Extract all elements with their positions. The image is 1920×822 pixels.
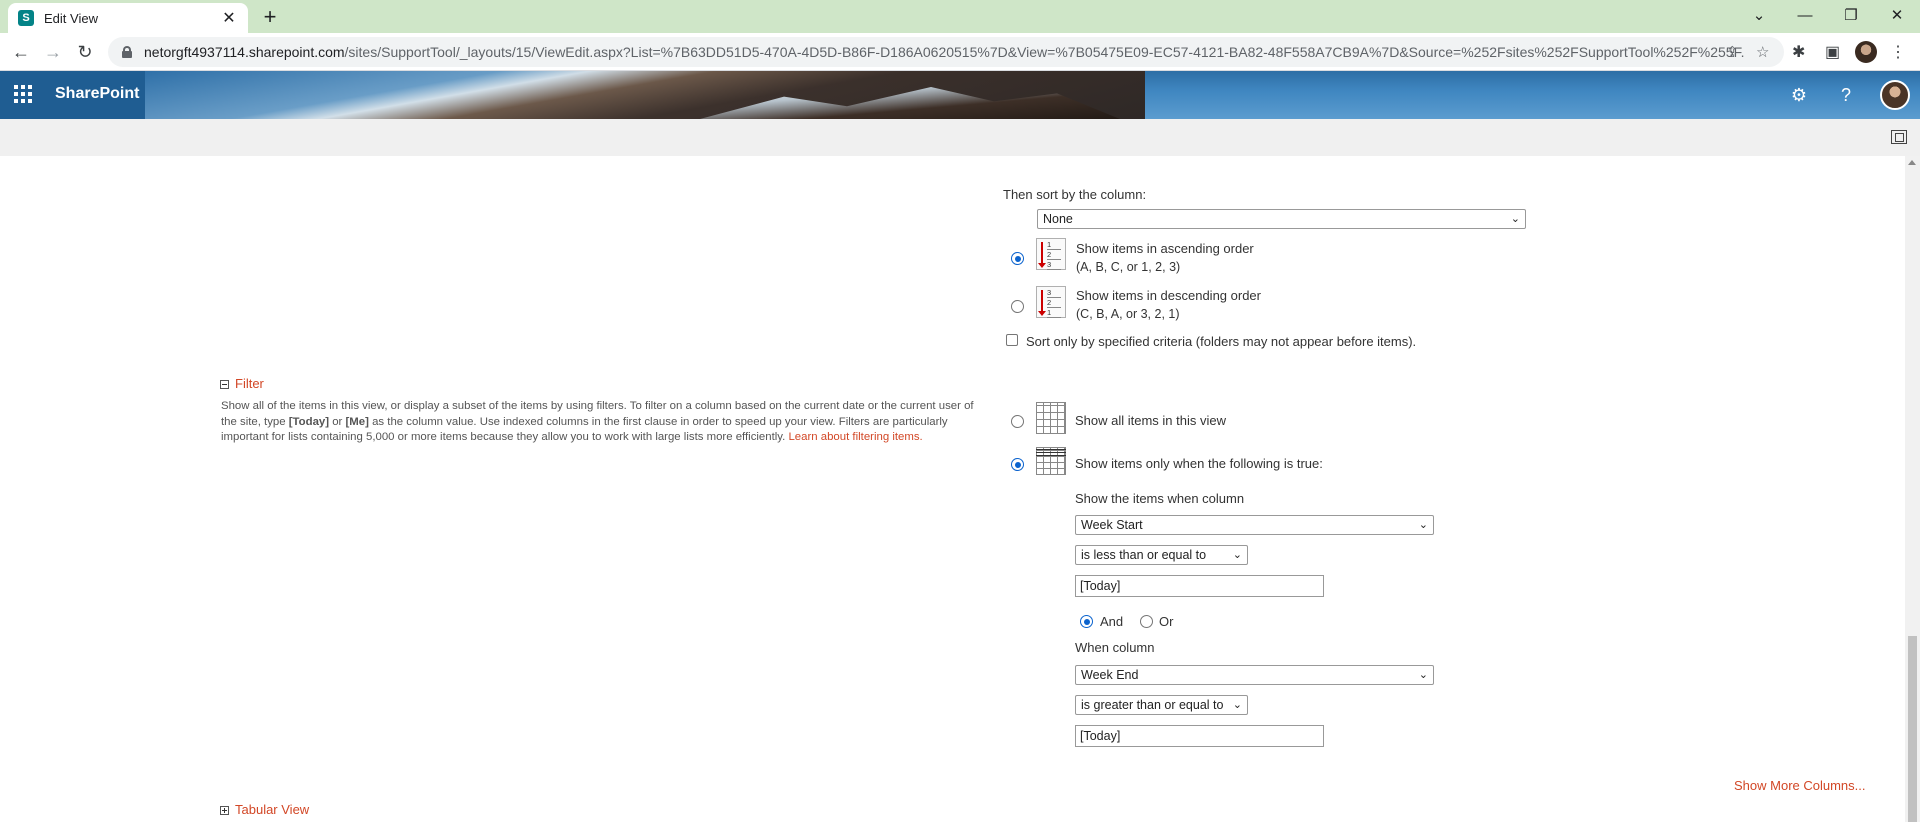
new-tab-icon[interactable]: + (258, 5, 282, 29)
reload-icon[interactable]: ↻ (72, 39, 98, 65)
ascending-sub-label: (A, B, C, or 1, 2, 3) (1076, 260, 1181, 274)
show-when-label: Show items only when the following is tr… (1075, 456, 1323, 471)
forward-icon[interactable]: → (40, 39, 66, 65)
url-text[interactable]: netorgft4937114.sharepoint.com/sites/Sup… (144, 44, 1744, 60)
descending-sub-label: (C, B, A, or 3, 2, 1) (1076, 307, 1180, 321)
sort-criteria-checkbox[interactable] (1006, 334, 1018, 346)
side-panel-icon[interactable]: ▣ (1825, 42, 1840, 62)
back-icon[interactable]: ← (8, 39, 34, 65)
page-scrollbar[interactable] (1905, 156, 1920, 822)
filter-section-title[interactable]: Filter (235, 376, 264, 391)
browser-menu-icon[interactable]: ⋮ (1890, 42, 1906, 62)
filter-operator2-select[interactable]: is greater than or equal to ⌄ (1075, 695, 1248, 715)
ascending-radio[interactable] (1011, 252, 1024, 265)
sort-ascending-icon: 123 (1036, 238, 1066, 270)
then-sort-label: Then sort by the column: (1003, 187, 1147, 202)
restore-icon[interactable]: ❐ (1828, 0, 1874, 30)
tabular-view-title[interactable]: Tabular View (235, 802, 309, 817)
sort-descending-icon: 321 (1036, 286, 1066, 318)
browser-profile-avatar[interactable] (1855, 41, 1877, 63)
close-window-icon[interactable]: ✕ (1874, 0, 1920, 30)
help-icon[interactable]: ? (1834, 83, 1858, 107)
learn-filtering-link[interactable]: Learn about filtering items. (788, 431, 922, 443)
user-avatar[interactable] (1880, 80, 1910, 110)
browser-tab[interactable]: S Edit View ✕ (8, 3, 248, 33)
sharepoint-favicon-icon: S (18, 10, 34, 26)
focus-mode-icon[interactable] (1891, 130, 1907, 144)
show-all-label: Show all items in this view (1075, 413, 1226, 428)
chevron-down-icon: ⌄ (1232, 549, 1242, 561)
share-icon[interactable]: ⇪ (1726, 43, 1739, 61)
app-launcher-waffle-icon[interactable] (14, 85, 32, 103)
command-bar (0, 119, 1920, 156)
and-radio[interactable] (1080, 615, 1093, 628)
extensions-puzzle-icon[interactable]: ✱ (1792, 42, 1805, 62)
sharepoint-title[interactable]: SharePoint (55, 85, 139, 103)
and-label: And (1100, 614, 1124, 629)
scroll-up-icon[interactable] (1908, 160, 1916, 165)
show-all-grid-icon (1036, 402, 1066, 434)
minimize-icon[interactable]: — (1782, 0, 1828, 30)
tabular-expand-icon[interactable] (220, 806, 229, 815)
chevron-down-icon: ⌄ (1510, 213, 1520, 225)
descending-radio[interactable] (1011, 300, 1024, 313)
filter-collapse-icon[interactable] (220, 380, 229, 389)
descending-label: Show items in descending order (1076, 288, 1261, 303)
address-bar[interactable]: netorgft4937114.sharepoint.com/sites/Sup… (108, 37, 1784, 67)
when-column2-label: When column (1075, 640, 1155, 655)
chevron-down-icon: ⌄ (1232, 699, 1242, 711)
filter-value2-input[interactable]: [Today] (1075, 725, 1324, 747)
filter-value1-input[interactable]: [Today] (1075, 575, 1324, 597)
ascending-label: Show items in ascending order (1076, 241, 1254, 256)
view-edit-content: Then sort by the column: None ⌄ 123 Show … (0, 156, 1905, 822)
tab-search-chevron-icon[interactable]: ⌄ (1736, 0, 1782, 30)
or-radio[interactable] (1140, 615, 1153, 628)
show-all-radio[interactable] (1011, 415, 1024, 428)
settings-gear-icon[interactable]: ⚙ (1787, 83, 1811, 107)
filter-grid-icon (1036, 447, 1066, 475)
sort-criteria-label: Sort only by specified criteria (folders… (1026, 334, 1417, 349)
or-label: Or (1159, 614, 1174, 629)
show-more-columns-link[interactable]: Show More Columns... (1734, 778, 1866, 793)
chevron-down-icon: ⌄ (1418, 669, 1428, 681)
suite-bar: SharePoint ⚙ ? (0, 71, 1920, 119)
show-when-radio[interactable] (1011, 458, 1024, 471)
scrollbar-thumb[interactable] (1908, 636, 1917, 822)
when-column-label: Show the items when column (1075, 491, 1245, 506)
sort-column-select[interactable]: None ⌄ (1037, 209, 1526, 229)
browser-tab-strip: S Edit View ✕ + ⌄ — ❐ ✕ (0, 0, 1920, 33)
chevron-down-icon: ⌄ (1418, 519, 1428, 531)
filter-operator1-select[interactable]: is less than or equal to ⌄ (1075, 545, 1248, 565)
lock-icon (122, 46, 132, 58)
bookmark-star-icon[interactable]: ☆ (1756, 43, 1769, 61)
tab-close-icon[interactable]: ✕ (220, 8, 238, 28)
filter-column2-select[interactable]: Week End ⌄ (1075, 665, 1434, 685)
browser-toolbar: ← → ↻ netorgft4937114.sharepoint.com/sit… (0, 33, 1920, 71)
filter-description: Show all of the items in this view, or d… (221, 400, 974, 443)
tab-title: Edit View (44, 10, 98, 26)
filter-column1-select[interactable]: Week Start ⌄ (1075, 515, 1434, 535)
